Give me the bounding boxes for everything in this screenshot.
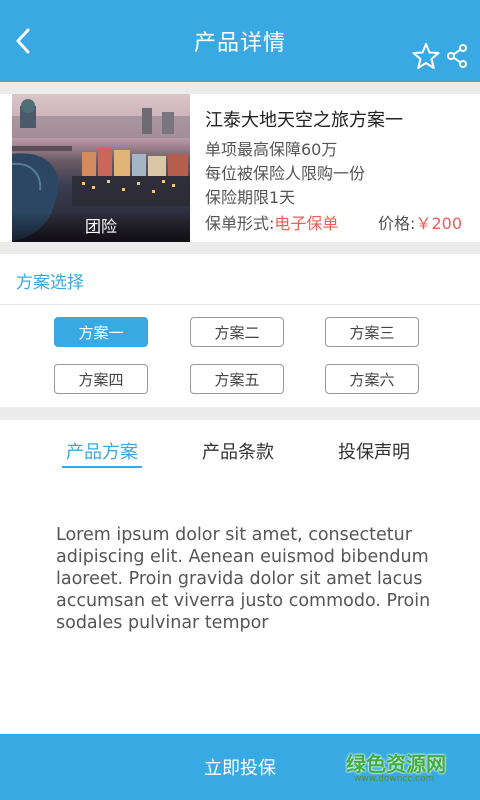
product-tag: 团险 [12,212,190,242]
plan-option-5[interactable]: 方案五 [190,364,284,394]
price-label: 价格: [378,214,416,233]
plan-option-1[interactable]: 方案一 [54,317,148,347]
product-feature: 每位被保险人限购一份 [205,164,366,183]
plan-option-4[interactable]: 方案四 [54,364,148,394]
plan-selection-header: 方案选择 [0,254,480,305]
plan-option-3[interactable]: 方案三 [325,317,419,347]
tab-product-terms[interactable]: 产品条款 [202,438,274,464]
tab-content: Lorem ipsum dolor sit amet, consectetur … [56,525,431,633]
policy-form-label: 保单形式: [205,214,275,233]
watermark-title: 绿色资源网 [346,752,446,776]
active-tab-indicator [62,466,142,468]
price-value: ￥200 [415,214,462,233]
policy-form-value: 电子保单 [274,214,339,233]
separator [0,82,480,94]
plan-option-6[interactable]: 方案六 [325,364,419,394]
policy-form: 保单形式:电子保单 [205,210,338,234]
product-info: 江泰大地天空之旅方案一 单项最高保障60万 每位被保险人限购一份 保险期限1天 … [205,94,470,242]
plan-option-2[interactable]: 方案二 [190,317,284,347]
watermark-logo: 绿色资源网 www.downcc.com [340,748,464,784]
plan-options: 方案一 方案二 方案三 方案四 方案五 方案六 [0,305,480,407]
detail-tabs: 产品方案 产品条款 投保声明 [0,420,480,480]
product-feature: 保险期限1天 [205,188,296,207]
app-header: 产品详情 [0,0,480,82]
plan-selection-title: 方案选择 [16,273,84,293]
product-name: 江泰大地天空之旅方案一 [205,110,403,131]
separator [0,242,480,254]
star-icon[interactable] [412,42,440,70]
product-image: 团险 [12,94,190,242]
price: 价格:￥200 [378,210,462,234]
separator [0,407,480,420]
share-icon[interactable] [446,44,468,68]
tab-product-plan[interactable]: 产品方案 [66,438,138,464]
page-title: 产品详情 [193,31,286,56]
product-summary[interactable]: 团险 江泰大地天空之旅方案一 单项最高保障60万 每位被保险人限购一份 保险期限… [0,94,480,242]
tab-insurance-statement[interactable]: 投保声明 [338,438,410,464]
product-feature: 单项最高保障60万 [205,140,338,159]
watermark-url: www.downcc.com [354,774,435,784]
